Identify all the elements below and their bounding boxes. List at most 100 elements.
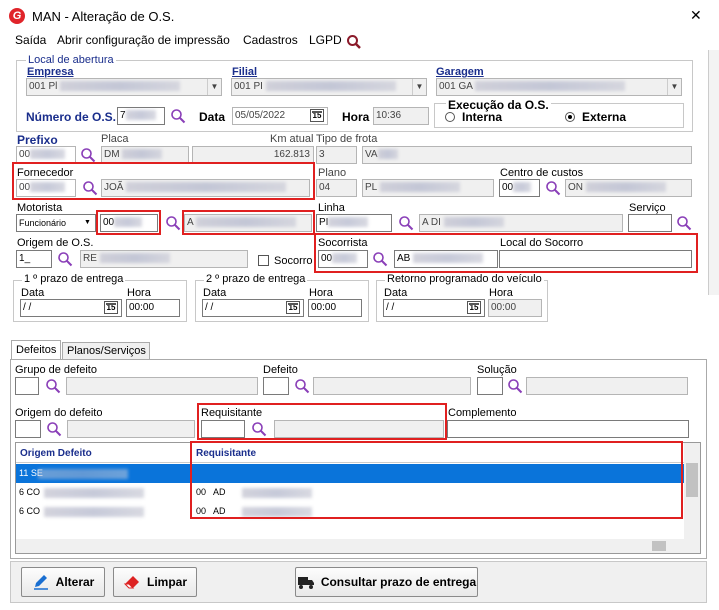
motorista-code[interactable]: 00 bbox=[100, 214, 158, 232]
search-icon[interactable] bbox=[372, 251, 388, 267]
tipo-frota-desc: VA bbox=[362, 146, 692, 164]
fornecedor-code[interactable]: 00 bbox=[16, 179, 76, 197]
search-icon[interactable] bbox=[57, 251, 73, 267]
servico-label: Serviço bbox=[629, 202, 666, 214]
servico-input[interactable] bbox=[628, 214, 672, 232]
requisitante-desc bbox=[274, 420, 444, 438]
retorno-hora-label: Hora bbox=[489, 287, 513, 299]
externa-radio[interactable] bbox=[565, 112, 575, 122]
grid-header: Origem Defeito Requisitante bbox=[16, 443, 684, 463]
hora-input[interactable]: 10:36 bbox=[373, 107, 429, 125]
defeito-code[interactable] bbox=[263, 377, 289, 395]
search-icon[interactable] bbox=[346, 34, 362, 50]
empresa-select[interactable]: 001 Pl bbox=[26, 78, 222, 96]
table-row[interactable]: 6 CO 00 AD bbox=[16, 483, 684, 502]
search-icon[interactable] bbox=[251, 421, 267, 437]
chevron-down-icon[interactable]: ▼ bbox=[667, 79, 681, 95]
table-row[interactable]: 11 SE bbox=[16, 464, 684, 483]
numero-os-label: Número de O.S. bbox=[26, 110, 117, 124]
header-requisitante[interactable]: Requisitante bbox=[196, 448, 256, 459]
search-icon[interactable] bbox=[170, 108, 186, 124]
complemento-input[interactable] bbox=[447, 420, 689, 438]
chevron-down-icon[interactable]: ▼ bbox=[412, 79, 426, 95]
search-icon[interactable] bbox=[545, 180, 561, 196]
placa-label: Placa bbox=[101, 133, 129, 145]
linha-code[interactable]: PI bbox=[316, 214, 392, 232]
origem-os-code[interactable]: 1_ bbox=[16, 250, 52, 268]
centro-custos-code[interactable]: 00 bbox=[499, 179, 540, 197]
prazo2-hora-label: Hora bbox=[309, 287, 333, 299]
local-socorro-input[interactable] bbox=[499, 250, 692, 268]
search-icon[interactable] bbox=[165, 215, 181, 231]
calendar-icon[interactable]: 15 bbox=[467, 301, 481, 314]
menu-abrir-config[interactable]: Abrir configuração de impressão bbox=[57, 33, 230, 47]
window-title: MAN - Alteração de O.S. bbox=[32, 9, 175, 24]
menu-lgpd[interactable]: LGPD bbox=[309, 33, 342, 47]
plano-code: 04 bbox=[316, 179, 357, 197]
defeito-desc bbox=[313, 377, 471, 395]
socorro-checkbox[interactable] bbox=[258, 255, 269, 266]
vertical-scrollbar[interactable] bbox=[684, 443, 700, 539]
menu-cadastros[interactable]: Cadastros bbox=[243, 33, 298, 47]
scroll-thumb[interactable] bbox=[686, 463, 698, 497]
search-icon[interactable] bbox=[676, 215, 692, 231]
tab-defeitos[interactable]: Defeitos bbox=[11, 340, 61, 360]
origem-defeito-label: Origem do defeito bbox=[15, 407, 103, 419]
plano-desc: PL bbox=[362, 179, 494, 197]
calendar-icon[interactable]: 15 bbox=[286, 301, 300, 314]
search-icon[interactable] bbox=[82, 180, 98, 196]
row-origem: 6 CO bbox=[19, 506, 41, 516]
km-label: Km atual bbox=[270, 133, 314, 145]
calendar-icon[interactable]: 15 bbox=[104, 301, 118, 314]
grupo-defeito-code[interactable] bbox=[15, 377, 39, 395]
close-icon[interactable]: ✕ bbox=[690, 7, 702, 24]
search-icon[interactable] bbox=[398, 215, 414, 231]
defeito-label: Defeito bbox=[263, 364, 298, 376]
requisitante-code[interactable] bbox=[201, 420, 245, 438]
retorno-data-label: Data bbox=[384, 287, 408, 299]
search-icon[interactable] bbox=[507, 378, 523, 394]
interna-radio[interactable] bbox=[445, 112, 455, 122]
externa-label: Externa bbox=[582, 110, 627, 124]
prazo1-data-label: Data bbox=[21, 287, 45, 299]
garagem-select[interactable]: 001 GA bbox=[436, 78, 682, 96]
socorrista-label: Socorrista bbox=[318, 237, 368, 249]
horizontal-scrollbar[interactable] bbox=[16, 539, 700, 553]
consultar-prazo-button[interactable]: Consultar prazo de entrega bbox=[295, 567, 478, 597]
prefixo-input[interactable]: 00 bbox=[16, 146, 76, 164]
tipo-frota-label: Tipo de frota bbox=[316, 133, 378, 145]
header-origem-defeito[interactable]: Origem Defeito bbox=[20, 448, 92, 459]
calendar-icon[interactable]: 15 bbox=[310, 109, 324, 122]
numero-os-input[interactable]: 7 bbox=[117, 107, 165, 125]
socorrista-code[interactable]: 00 bbox=[318, 250, 368, 268]
prazo2-data-label: Data bbox=[203, 287, 227, 299]
scroll-thumb[interactable] bbox=[652, 541, 666, 551]
socorrista-desc: AB bbox=[394, 250, 498, 268]
chevron-down-icon[interactable]: ▼ bbox=[207, 79, 221, 95]
prazo1-hora-input[interactable]: 00:00 bbox=[126, 299, 180, 317]
search-icon[interactable] bbox=[294, 378, 310, 394]
socorro-label: Socorro bbox=[274, 255, 313, 267]
filial-select[interactable]: 001 PI bbox=[231, 78, 427, 96]
menu-saida[interactable]: Saída bbox=[15, 33, 46, 47]
grupo-defeito-label: Grupo de defeito bbox=[15, 364, 97, 376]
chevron-down-icon[interactable]: ▼ bbox=[84, 219, 91, 226]
limpar-button[interactable]: Limpar bbox=[113, 567, 197, 597]
search-icon[interactable] bbox=[80, 147, 96, 163]
garagem-label: Garagem bbox=[436, 66, 484, 78]
prazo2-hora-input[interactable]: 00:00 bbox=[308, 299, 362, 317]
origem-defeito-code[interactable] bbox=[15, 420, 41, 438]
search-icon[interactable] bbox=[45, 378, 61, 394]
solucao-code[interactable] bbox=[477, 377, 503, 395]
retorno-hora-input: 00:00 bbox=[488, 299, 542, 317]
tab-planos-servicos[interactable]: Planos/Serviços bbox=[62, 342, 150, 360]
interna-label: Interna bbox=[462, 110, 503, 124]
search-icon[interactable] bbox=[46, 421, 62, 437]
alterar-button[interactable]: Alterar bbox=[21, 567, 105, 597]
prefixo-label: Prefixo bbox=[17, 133, 58, 147]
consultar-prazo-label: Consultar prazo de entrega bbox=[320, 575, 477, 589]
pencil-icon bbox=[33, 575, 48, 590]
table-row[interactable]: 6 CO 00 AD bbox=[16, 502, 684, 521]
eraser-icon bbox=[123, 576, 139, 589]
requisitante-label: Requisitante bbox=[201, 407, 263, 419]
